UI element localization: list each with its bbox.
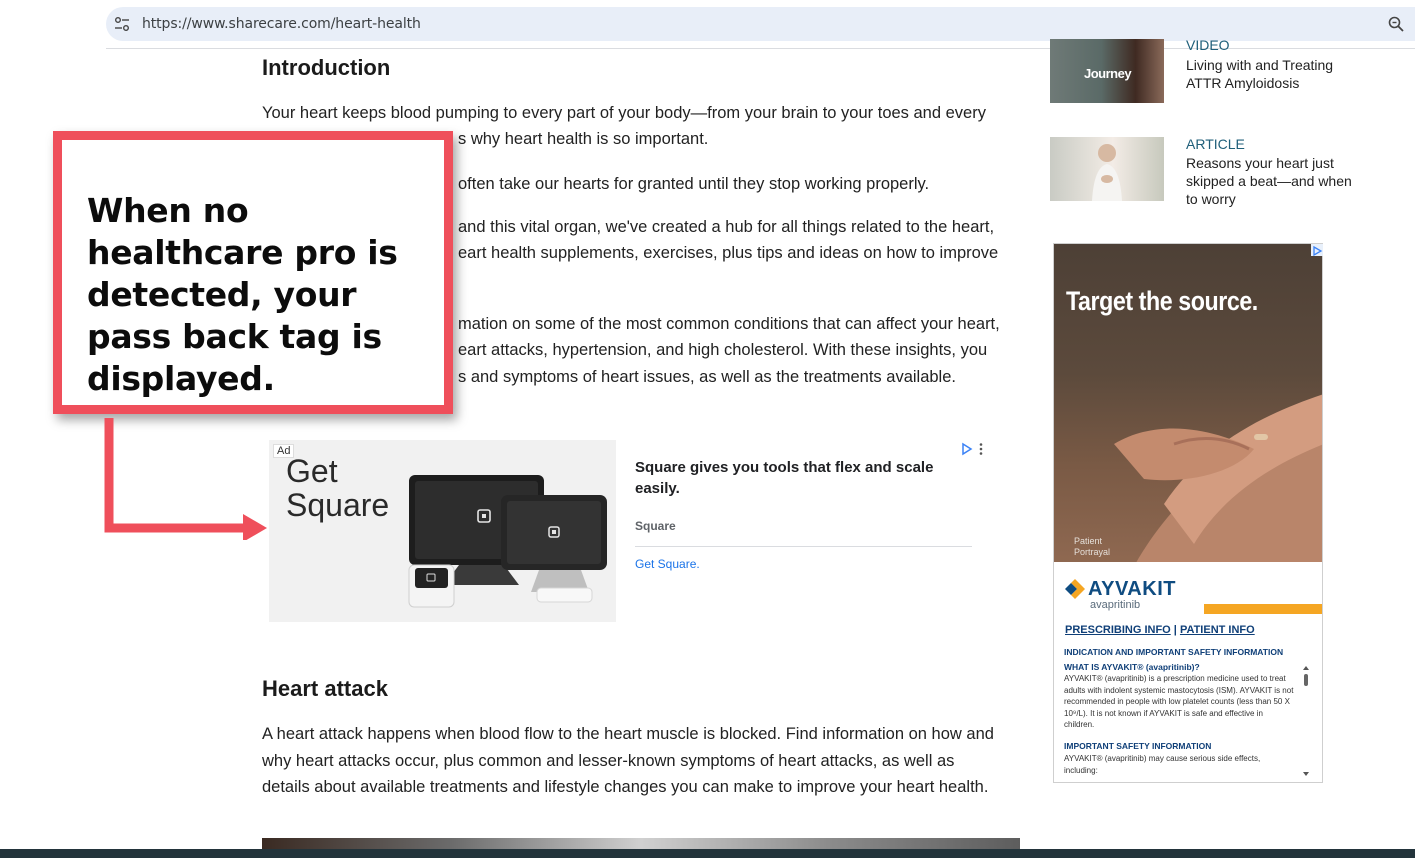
ad-headline[interactable]: Square gives you tools that flex and sca… (635, 457, 955, 499)
ayvakit-generic: avapritinib (1090, 599, 1141, 611)
heart-attack-line-1: A heart attack happens when blood flow t… (262, 725, 994, 743)
ad-image[interactable]: Ad Get Square (269, 440, 616, 622)
video-thumbnail[interactable]: Journey (1050, 39, 1164, 103)
ayvakit-brand: AYVAKIT (1088, 578, 1176, 600)
ad-cta-link[interactable]: Get Square. (635, 557, 700, 571)
callout-arrow (104, 418, 267, 540)
zoom-icon[interactable] (1387, 15, 1405, 33)
annotation-callout: When no healthcare pro is detected, your… (53, 131, 453, 414)
ad-image-text: Get Square (286, 454, 389, 522)
intro-paragraph-4-line3: s and symptoms of heart issues, as well … (458, 368, 956, 386)
prescribing-info-link[interactable]: PRESCRIBING INFO (1065, 624, 1171, 636)
ad-image-text-line2: Square (286, 487, 390, 523)
url-text[interactable]: https://www.sharecare.com/heart-health (142, 16, 421, 32)
ad-advertiser[interactable]: Square (635, 519, 676, 533)
inline-ad[interactable]: Ad Get Square Square gives you tools tha… (269, 440, 991, 622)
patient-portrayal-note: Patient Portrayal (1074, 536, 1111, 557)
intro-heading: Introduction (262, 55, 391, 80)
address-bar[interactable]: https://www.sharecare.com/heart-health (106, 7, 1415, 41)
video-thumbnail-text: Journey (1084, 66, 1132, 81)
intro-paragraph-1: Your heart keeps blood pumping to every … (262, 104, 986, 122)
intro-paragraph-1-cont: s why heart health is so important. (458, 130, 709, 148)
isi-what-is-heading: WHAT IS AYVAKIT® (avapritinib)? (1064, 662, 1200, 672)
sidebar-title-article[interactable]: Reasons your heart just skipped a beat—a… (1186, 154, 1356, 208)
intro-paragraph-4-line1: mation on some of the most common condit… (458, 315, 1000, 333)
site-settings-icon[interactable] (114, 16, 130, 32)
sidebar-title-video[interactable]: Living with and Treating ATTR Amyloidosi… (1186, 56, 1356, 92)
isi-safety-body: AYVAKIT® (avapritinib) may cause serious… (1064, 754, 1261, 775)
ad-links: PRESCRIBING INFO | PATIENT INFO (1065, 624, 1255, 636)
intro-paragraph-3-line1: and this vital organ, we've created a hu… (458, 218, 995, 236)
ad-headline-target: Target the source. (1066, 286, 1258, 316)
sidebar-kicker-article: ARTICLE (1186, 136, 1245, 152)
right-display-ad[interactable]: Target the source. Patient Portrayal AYV… (1053, 243, 1323, 783)
ayvakit-logo-icon (1065, 579, 1085, 599)
heart-attack-line-2: why heart attacks occur, plus common and… (262, 752, 955, 770)
intro-paragraph-2: often take our hearts for granted until … (458, 175, 930, 193)
isi-scrollbar[interactable] (1301, 664, 1311, 779)
article-thumbnail[interactable] (1050, 137, 1164, 201)
isi-heading: INDICATION AND IMPORTANT SAFETY INFORMAT… (1064, 647, 1284, 657)
ad-accent-stripe (1204, 604, 1322, 614)
footer-bar (0, 849, 1415, 858)
isi-what-is-body: AYVAKIT® (avapritinib) is a prescription… (1064, 674, 1294, 729)
heart-attack-heading: Heart attack (262, 676, 388, 701)
link-separator: | (1173, 624, 1177, 636)
intro-paragraph-4-line2: eart attacks, hypertension, and high cho… (458, 341, 988, 359)
callout-message: When no healthcare pro is detected, your… (87, 191, 398, 398)
adchoices-icon[interactable] (961, 442, 985, 459)
intro-paragraph-3-line2: eart health supplements, exercises, plus… (458, 244, 999, 262)
ad-choices-corner-icon[interactable] (1311, 244, 1323, 257)
isi-safety-heading: IMPORTANT SAFETY INFORMATION (1064, 741, 1212, 751)
ad-image-text-line1: Get (286, 453, 338, 489)
heart-attack-line-3: details about available treatments and l… (262, 778, 989, 796)
patient-info-link[interactable]: PATIENT INFO (1180, 624, 1255, 636)
sidebar-kicker-video: VIDEO (1186, 40, 1230, 52)
ad-divider (635, 546, 972, 547)
